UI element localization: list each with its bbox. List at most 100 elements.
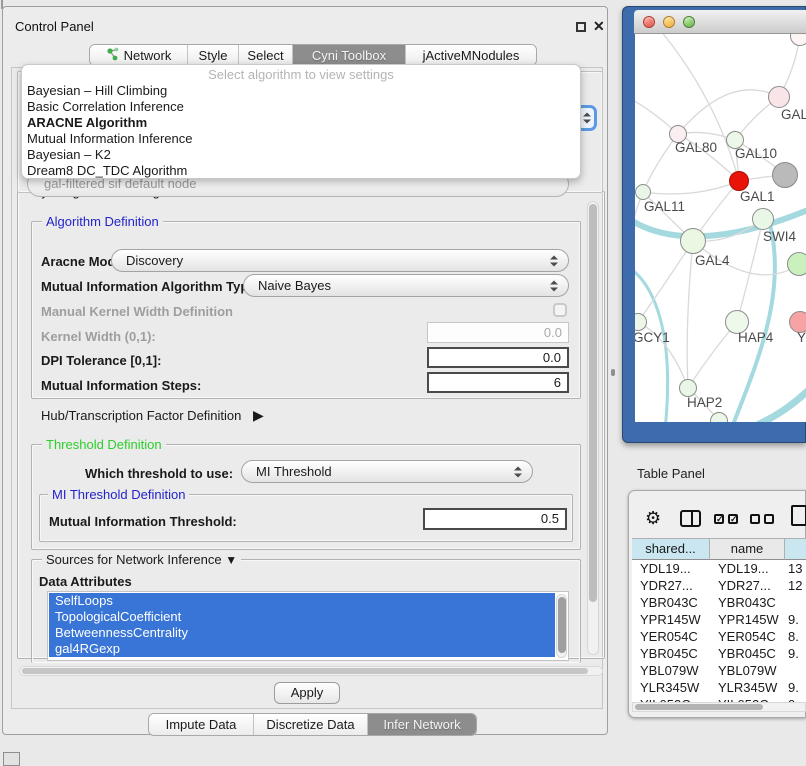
cell: 9.	[788, 645, 806, 662]
manual-kernel-checkbox[interactable]	[553, 303, 567, 317]
dropdown-placeholder: Select algorithm to view settings	[22, 67, 580, 82]
dropdown-item[interactable]: Mutual Information Inference	[27, 131, 192, 147]
scrollbar-thumb[interactable]	[558, 597, 566, 653]
tab-impute-data[interactable]: Impute Data	[149, 714, 254, 735]
cell: YBL079W	[640, 662, 712, 679]
checked-checkbox-icon[interactable]: ✓	[728, 514, 738, 524]
network-node[interactable]	[752, 208, 774, 230]
cell: 13	[788, 560, 806, 577]
document-icon[interactable]	[791, 505, 806, 526]
list-item[interactable]: gal4RGexp	[49, 641, 555, 657]
network-node[interactable]	[680, 228, 706, 254]
column-header-name[interactable]: name	[710, 538, 785, 560]
clipped-corner-icon[interactable]	[3, 752, 20, 766]
tab-infer-network[interactable]: Infer Network	[368, 714, 476, 735]
tab-impute-data-label: Impute Data	[166, 717, 237, 732]
tab-cyni-toolbox[interactable]: Cyni Toolbox	[293, 45, 406, 65]
tab-jactivemnodules[interactable]: jActiveMNodules	[406, 45, 536, 65]
algorithm-definition-legend: Algorithm Definition	[42, 214, 163, 229]
tab-discretize-data-label: Discretize Data	[266, 717, 354, 732]
sources-legend[interactable]: Sources for Network Inference ▼	[42, 552, 241, 567]
cell: YER054C	[640, 628, 712, 645]
table-row[interactable]: YBR043C YBR043C	[632, 594, 806, 611]
collapse-arrow-icon: ▼	[225, 553, 237, 567]
cell: 9.	[788, 611, 806, 628]
table-row[interactable]: YDR27... YDR27... 12	[632, 577, 806, 594]
bottom-tab-bar: Impute Data Discretize Data Infer Networ…	[148, 713, 477, 736]
dropdown-item-selected[interactable]: ARACNE Algorithm	[27, 115, 147, 131]
network-node[interactable]	[635, 184, 651, 200]
scrollbar-thumb[interactable]	[589, 204, 597, 602]
aracne-mode-value: Discovery	[126, 253, 183, 268]
dropdown-item[interactable]: Bayesian – K2	[27, 147, 111, 163]
tab-network[interactable]: Network	[90, 45, 188, 65]
mi-steps-field[interactable]: 6	[427, 372, 569, 393]
list-vertical-scrollbar[interactable]	[556, 594, 567, 658]
table-row[interactable]: YLR345W YLR345W 9.	[632, 679, 806, 696]
tab-select[interactable]: Select	[239, 45, 293, 65]
hub-definition-toggle[interactable]: Hub/Transcription Factor Definition ▶	[41, 407, 264, 424]
unchecked-checkbox-icon[interactable]	[764, 514, 774, 524]
which-threshold-label: Which threshold to use:	[85, 466, 233, 481]
cell: 9.	[788, 679, 806, 696]
settings-vertical-scrollbar[interactable]	[587, 201, 599, 655]
network-node[interactable]	[787, 252, 806, 276]
table-row[interactable]: YPR145W YPR145W 9.	[632, 611, 806, 628]
network-window-titlebar[interactable]	[634, 10, 806, 34]
mi-threshold-label: Mutual Information Threshold:	[49, 514, 237, 529]
network-canvas[interactable]: GAL GAL80 GAL10 GAL1 GAL11 SWI4 GAL4 GCY…	[635, 34, 806, 422]
table-row[interactable]: YBR045C YBR045C 9.	[632, 645, 806, 662]
table-horizontal-scrollbar[interactable]	[632, 702, 806, 712]
zoom-traffic-light-icon[interactable]	[683, 16, 695, 28]
mi-threshold-definition-legend: MI Threshold Definition	[48, 487, 189, 502]
panel-divider-handle[interactable]	[611, 369, 615, 376]
cell: YDR27...	[640, 577, 712, 594]
node-label: GAL10	[735, 146, 777, 161]
mi-type-combo[interactable]: Naive Bayes	[243, 274, 569, 297]
dpi-tolerance-label: DPI Tolerance [0,1]:	[41, 353, 161, 368]
split-view-icon[interactable]	[680, 510, 701, 527]
column-header-shared-name[interactable]: shared...	[632, 538, 710, 560]
table-panel-title: Table Panel	[637, 466, 705, 481]
list-item[interactable]: BetweennessCentrality	[49, 625, 555, 641]
scrollbar-thumb[interactable]	[635, 704, 763, 710]
dropdown-item[interactable]: Basic Correlation Inference	[27, 99, 184, 115]
checked-checkbox-icon[interactable]: ✓	[714, 514, 724, 524]
list-item[interactable]: SelfLoops	[49, 593, 555, 609]
aracne-mode-combo[interactable]: Discovery	[111, 249, 569, 272]
dpi-tolerance-field[interactable]: 0.0	[427, 347, 569, 368]
cell: YBL079W	[718, 662, 784, 679]
mi-threshold-field[interactable]: 0.5	[423, 508, 567, 530]
close-icon[interactable]: ✕	[593, 18, 605, 35]
window-title: Control Panel	[15, 19, 94, 34]
dropdown-item[interactable]: Bayesian – Hill Climbing	[27, 83, 167, 99]
cell: YBR045C	[718, 645, 784, 662]
close-traffic-light-icon[interactable]	[643, 16, 655, 28]
cell: YPR145W	[718, 611, 784, 628]
list-item[interactable]: TopologicalCoefficient	[49, 609, 555, 625]
gear-icon[interactable]: ⚙	[645, 508, 661, 529]
minimize-traffic-light-icon[interactable]	[663, 16, 675, 28]
network-node[interactable]	[772, 162, 798, 188]
table-row[interactable]: YER054C YER054C 8.	[632, 628, 806, 645]
network-icon	[106, 47, 119, 64]
network-node-gal1[interactable]	[729, 171, 749, 191]
unchecked-checkbox-icon[interactable]	[750, 514, 760, 524]
settings-horizontal-scrollbar[interactable]	[19, 666, 603, 676]
threshold-definition-legend: Threshold Definition	[42, 437, 166, 452]
node-table: YDL19... YDL19... 13 YDR27... YDR27... 1…	[632, 560, 806, 703]
apply-button[interactable]: Apply	[274, 682, 340, 704]
tab-style[interactable]: Style	[188, 45, 239, 65]
scrollbar-thumb[interactable]	[22, 668, 588, 674]
table-row[interactable]: YDL19... YDL19... 13	[632, 560, 806, 577]
which-threshold-combo[interactable]: MI Threshold	[241, 460, 533, 483]
float-window-icon[interactable]	[576, 22, 586, 32]
dropdown-item[interactable]: Dream8 DC_TDC Algorithm	[27, 163, 187, 179]
kernel-width-field[interactable]: 0.0	[427, 322, 569, 343]
cell: YBR045C	[640, 645, 712, 662]
column-header-clipped[interactable]	[785, 538, 806, 560]
tab-discretize-data[interactable]: Discretize Data	[254, 714, 368, 735]
expand-arrow-icon: ▶	[253, 407, 264, 423]
network-node[interactable]	[768, 86, 790, 108]
table-row[interactable]: YBL079W YBL079W	[632, 662, 806, 679]
